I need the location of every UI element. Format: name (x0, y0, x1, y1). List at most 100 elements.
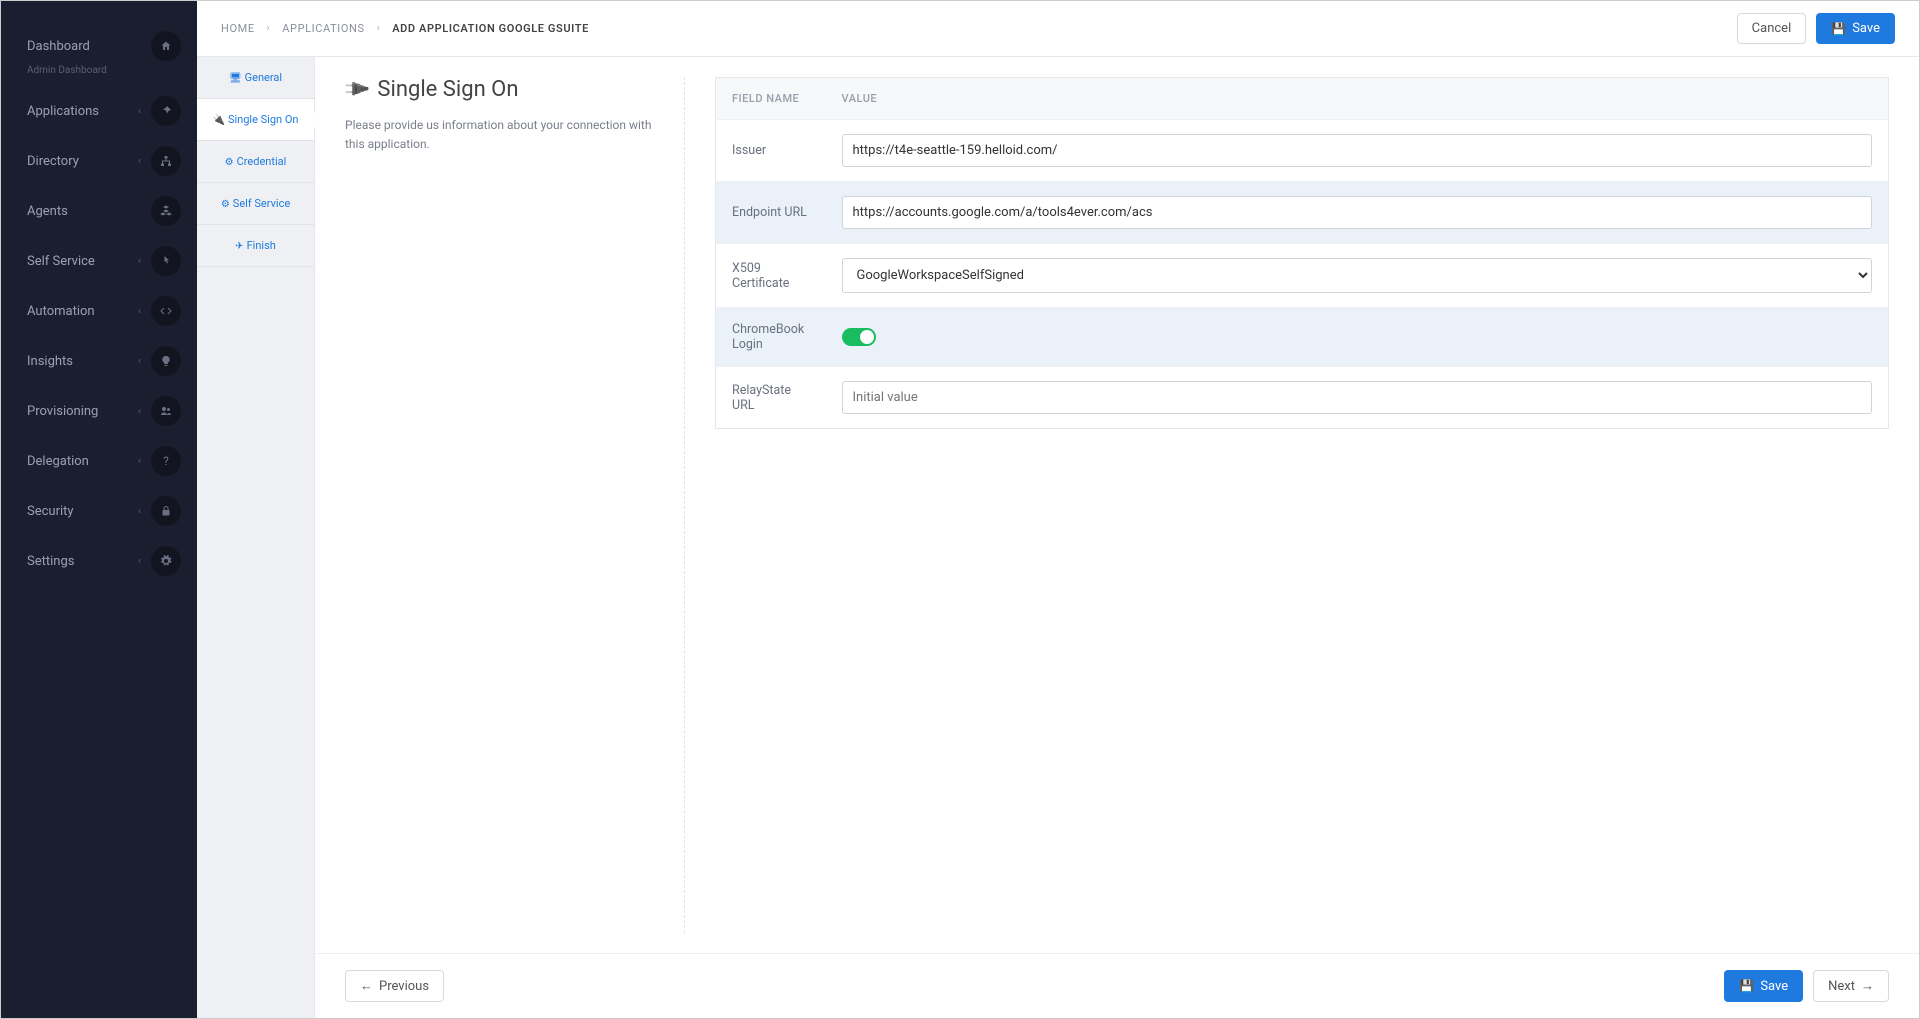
chevron-left-icon: ‹ (138, 506, 141, 517)
save-button[interactable]: 💾 Save (1816, 13, 1895, 44)
panel-title: 🔌 Single Sign On (345, 77, 654, 102)
panel-description-area: 🔌 Single Sign On Please provide us infor… (345, 77, 685, 933)
step-general[interactable]: 🖥General (197, 57, 314, 99)
step-label: General (245, 71, 282, 84)
table-header-field: FIELD NAME (716, 78, 826, 120)
cogs-icon: ⚙ (221, 199, 230, 210)
sidebar-item-applications[interactable]: Applications ‹ (1, 86, 197, 136)
sidebar-item-delegation[interactable]: Delegation ‹ ? (1, 436, 197, 486)
panel-footer: ← Previous 💾 Save Next → (315, 953, 1919, 1018)
sitemap-icon (151, 146, 181, 176)
breadcrumb-home[interactable]: HOME (221, 22, 255, 35)
users-icon (151, 396, 181, 426)
cert-select[interactable]: GoogleWorkspaceSelfSigned (842, 258, 1873, 293)
cubes-icon (151, 196, 181, 226)
cert-label: X509 Certificate (716, 244, 826, 308)
cancel-button[interactable]: Cancel (1737, 13, 1807, 44)
sidebar-item-security[interactable]: Security ‹ (1, 486, 197, 536)
step-finish[interactable]: ✈ Finish (197, 225, 314, 267)
chevron-right-icon: › (267, 23, 271, 34)
save-button-label: Save (1852, 21, 1880, 36)
plug-icon: 🔌 (341, 74, 372, 105)
chevron-right-icon: › (377, 23, 381, 34)
breadcrumb-current: ADD APPLICATION GOOGLE GSUITE (392, 22, 589, 35)
previous-button[interactable]: ← Previous (345, 970, 444, 1002)
arrow-left-icon: ← (360, 978, 373, 994)
step-credential[interactable]: ⚙Credential (197, 141, 314, 183)
form-area: FIELD NAME VALUE Issuer Endpo (715, 77, 1889, 933)
issuer-input[interactable] (842, 134, 1873, 167)
form-table: FIELD NAME VALUE Issuer Endpo (715, 77, 1889, 429)
table-header-value: VALUE (826, 78, 1889, 120)
sidebar: Dashboard Admin Dashboard Applications ‹… (1, 1, 197, 1018)
chevron-left-icon: ‹ (138, 456, 141, 467)
arrow-right-icon: → (1861, 978, 1874, 994)
sidebar-item-label: Agents (27, 204, 68, 219)
question-icon: ? (151, 446, 181, 476)
sidebar-item-label: Security (27, 504, 74, 519)
step-label: Credential (237, 155, 287, 168)
sidebar-item-agents[interactable]: Agents (1, 186, 197, 236)
chevron-left-icon: ‹ (138, 356, 141, 367)
footer-save-button[interactable]: 💾 Save (1724, 970, 1803, 1002)
panel: 🔌 Single Sign On Please provide us infor… (315, 57, 1919, 1018)
sidebar-item-label: Delegation (27, 454, 89, 469)
bulb-icon (151, 346, 181, 376)
row-issuer: Issuer (716, 120, 1889, 182)
endpoint-input[interactable] (842, 196, 1873, 229)
breadcrumb-applications[interactable]: APPLICATIONS (282, 22, 364, 35)
sidebar-item-label: Self Service (27, 254, 95, 269)
sidebar-item-dashboard[interactable]: Dashboard (1, 21, 197, 71)
sidebar-item-settings[interactable]: Settings ‹ (1, 536, 197, 586)
relay-label: RelayState URL (716, 367, 826, 429)
step-sso[interactable]: 🔌Single Sign On (197, 99, 314, 141)
sidebar-item-selfservice[interactable]: Self Service ‹ (1, 236, 197, 286)
previous-label: Previous (379, 979, 429, 994)
chevron-left-icon: ‹ (138, 256, 141, 267)
plug-icon: 🔌 (213, 115, 225, 126)
cogs-icon: ⚙ (225, 157, 234, 168)
sidebar-item-directory[interactable]: Directory ‹ (1, 136, 197, 186)
step-selfservice[interactable]: ⚙Self Service (197, 183, 314, 225)
sidebar-item-label: Settings (27, 554, 74, 569)
save-icon: 💾 (1739, 979, 1754, 993)
sidebar-item-provisioning[interactable]: Provisioning ‹ (1, 386, 197, 436)
topbar: HOME › APPLICATIONS › ADD APPLICATION GO… (197, 1, 1919, 57)
sidebar-item-automation[interactable]: Automation ‹ (1, 286, 197, 336)
code-icon (151, 296, 181, 326)
sidebar-item-label: Insights (27, 354, 73, 369)
chevron-left-icon: ‹ (138, 406, 141, 417)
issuer-label: Issuer (716, 120, 826, 182)
pin-icon (151, 96, 181, 126)
next-button[interactable]: Next → (1813, 970, 1889, 1002)
endpoint-label: Endpoint URL (716, 182, 826, 244)
sidebar-item-label: Directory (27, 154, 79, 169)
pointer-icon (151, 246, 181, 276)
sidebar-item-label: Provisioning (27, 404, 98, 419)
chevron-left-icon: ‹ (138, 556, 141, 567)
sidebar-item-label: Applications (27, 104, 99, 119)
sidebar-item-label: Automation (27, 304, 95, 319)
footer-save-label: Save (1760, 979, 1788, 994)
step-label: Single Sign On (228, 113, 299, 126)
relay-input[interactable] (842, 381, 1873, 414)
row-endpoint: Endpoint URL (716, 182, 1889, 244)
row-chromebook: ChromeBook Login (716, 308, 1889, 367)
chevron-left-icon: ‹ (138, 306, 141, 317)
topbar-actions: Cancel 💾 Save (1737, 13, 1895, 44)
home-icon (151, 31, 181, 61)
sidebar-item-insights[interactable]: Insights ‹ (1, 336, 197, 386)
step-label: Self Service (233, 197, 290, 210)
step-label: Finish (247, 239, 276, 252)
chromebook-toggle[interactable] (842, 328, 876, 346)
panel-description: Please provide us information about your… (345, 116, 654, 154)
next-label: Next (1828, 979, 1855, 994)
plane-icon: ✈ (235, 241, 243, 252)
row-cert: X509 Certificate GoogleWorkspaceSelfSign… (716, 244, 1889, 308)
lock-icon (151, 496, 181, 526)
toggle-knob (860, 330, 874, 344)
main-content: HOME › APPLICATIONS › ADD APPLICATION GO… (197, 1, 1919, 1018)
panel-title-text: Single Sign On (377, 77, 518, 102)
gear-icon (151, 546, 181, 576)
wizard-steps: 🖥General 🔌Single Sign On ⚙Credential ⚙Se… (197, 57, 315, 1018)
